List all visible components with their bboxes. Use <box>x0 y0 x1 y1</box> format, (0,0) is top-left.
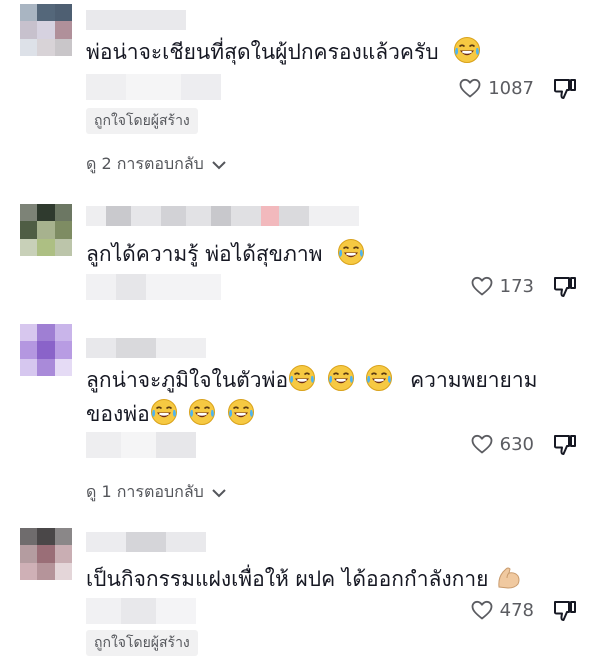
heart-icon <box>458 76 482 100</box>
comment-text: เป็นกิจกรรมแฝงเพื่อให้ ผปค ได้ออกกำลังกา… <box>86 561 530 597</box>
timestamp-blur <box>86 598 196 624</box>
timestamp-blur <box>86 274 221 300</box>
username[interactable] <box>86 532 206 552</box>
comment-text-line2: ของพ่อ <box>86 396 530 432</box>
laughing-emoji <box>227 398 255 426</box>
laughing-emoji <box>337 238 365 266</box>
liked-by-creator-badge: ถูกใจโดยผู้สร้าง <box>86 108 198 134</box>
heart-icon <box>470 598 494 622</box>
chevron-down-icon <box>212 488 226 497</box>
like-count: 478 <box>499 599 534 621</box>
avatar[interactable] <box>20 324 72 376</box>
dislike-icon[interactable] <box>552 76 578 102</box>
laughing-emoji <box>150 398 178 426</box>
flexed-biceps-emoji <box>498 567 520 589</box>
username[interactable] <box>86 206 359 226</box>
laughing-emoji <box>327 364 355 392</box>
username[interactable] <box>86 10 186 30</box>
view-replies-button[interactable]: ดู 1 การตอบกลับ <box>86 480 228 505</box>
view-replies-button[interactable]: ดู 2 การตอบกลับ <box>86 152 228 177</box>
liked-by-creator-badge: ถูกใจโดยผู้สร้าง <box>86 630 198 656</box>
like-count: 173 <box>499 275 534 297</box>
chevron-down-icon <box>212 160 226 169</box>
like-count: 1087 <box>488 77 534 99</box>
laughing-emoji <box>365 364 393 392</box>
dislike-icon[interactable] <box>552 598 578 624</box>
timestamp-blur <box>86 432 196 458</box>
comment-text: ลูกได้ความรู้ พ่อได้สุขภาพ <box>86 236 530 272</box>
laughing-emoji <box>453 36 481 64</box>
dislike-icon[interactable] <box>552 432 578 458</box>
like-button[interactable]: 173 <box>470 274 534 298</box>
heart-icon <box>470 274 494 298</box>
like-count: 630 <box>499 433 534 455</box>
avatar[interactable] <box>20 528 72 580</box>
like-button[interactable]: 630 <box>470 432 534 456</box>
comment-text: ลูกน่าจะภูมิใจในตัวพ่อ ความพยายาม <box>86 362 537 398</box>
laughing-emoji <box>188 398 216 426</box>
like-button[interactable]: 1087 <box>458 76 534 100</box>
comment-text: พ่อน่าจะเชียนที่สุดในผู้ปกครองแล้วครับ <box>86 34 530 70</box>
avatar[interactable] <box>20 4 72 56</box>
laughing-emoji <box>288 364 316 392</box>
avatar[interactable] <box>20 204 72 256</box>
heart-icon <box>470 432 494 456</box>
dislike-icon[interactable] <box>552 274 578 300</box>
like-button[interactable]: 478 <box>470 598 534 622</box>
timestamp-blur <box>86 74 221 100</box>
username[interactable] <box>86 338 206 358</box>
